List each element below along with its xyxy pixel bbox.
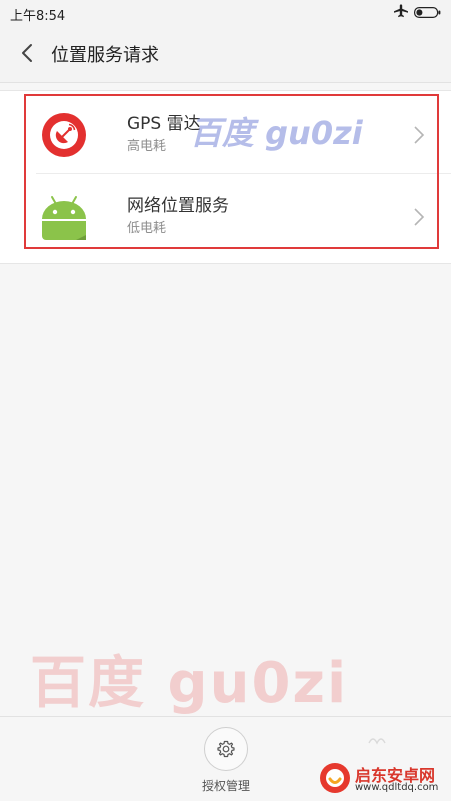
android-icon [42,196,86,240]
status-time: 上午8:54 [10,9,66,24]
chevron-right-icon [414,208,425,226]
divider [36,173,451,174]
authorization-management-button[interactable]: 授权管理 [196,727,256,797]
chevron-left-icon [22,44,32,62]
gear-icon [217,740,235,758]
gear-button-circle [204,727,248,771]
airplane-icon [394,4,408,18]
battery-icon [414,7,441,18]
bottom-bar: 授权管理 [0,716,451,801]
chevron-right-icon [414,126,425,144]
faint-glyph-icon [368,738,386,745]
status-bar: 上午8:54 [0,0,451,26]
item-title: 网络位置服务 [127,196,229,216]
item-subtitle: 高电耗 [127,139,167,154]
location-service-list: GPS 雷达 高电耗 网络位置服务 低电耗 [0,90,451,264]
header-bar: 位置服务请求 [0,26,451,83]
list-item-gps-radar[interactable]: GPS 雷达 高电耗 [0,95,451,175]
item-title: GPS 雷达 [127,114,201,134]
authorization-management-label: 授权管理 [201,779,250,793]
item-subtitle: 低电耗 [127,221,167,236]
page-title: 位置服务请求 [51,45,159,66]
list-item-network-location[interactable]: 网络位置服务 低电耗 [0,177,451,257]
watermark-bottom: 百度 gu0zi [30,651,349,716]
gps-radar-icon [42,113,86,157]
back-button[interactable] [12,38,42,68]
